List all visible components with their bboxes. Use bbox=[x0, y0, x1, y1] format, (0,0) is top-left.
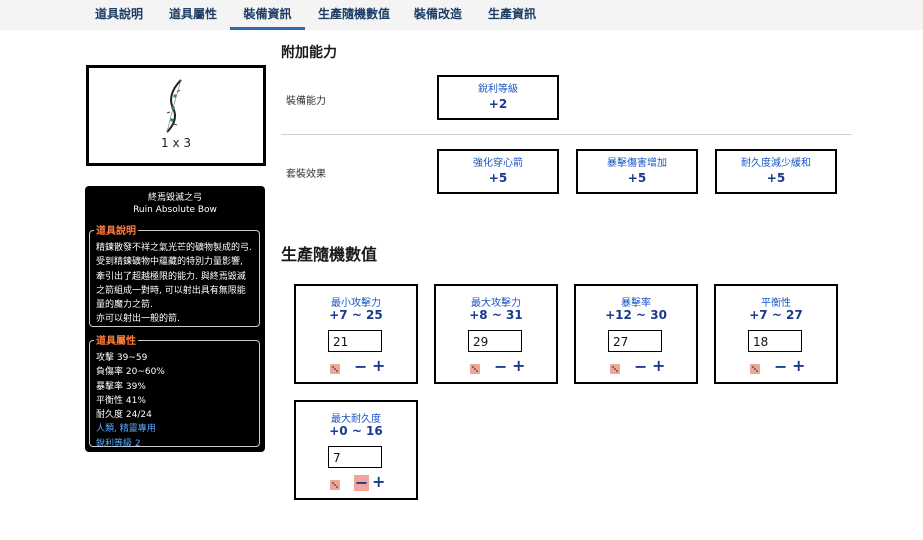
item-size: 1 x 3 bbox=[161, 136, 191, 150]
equip-stat-name: 銳利等級 bbox=[478, 84, 518, 95]
set-stat-value: +5 bbox=[627, 171, 647, 185]
random-stat-input[interactable]: 21 bbox=[328, 330, 382, 352]
description-line: 受到精鍊礦物中蘊藏的特別力量影響, bbox=[96, 257, 243, 268]
set-stat-box: 強化穿心箭 +5 bbox=[437, 149, 559, 194]
tab-production-info[interactable]: 生產資訊 bbox=[479, 0, 545, 28]
dice-icon[interactable] bbox=[750, 364, 760, 374]
description-section: 道具說明 精鍊散發不祥之氣光芒的礦物製成的弓. 受到精鍊礦物中蘊藏的特別力量影響… bbox=[89, 222, 260, 327]
random-stat-name: 最小攻擊力 bbox=[331, 298, 381, 309]
decrement-button[interactable]: − bbox=[494, 359, 507, 375]
random-stat-card: 最大攻擊力 +8 ~ 31 29 − + bbox=[434, 284, 558, 384]
random-stat-input[interactable]: 7 bbox=[328, 446, 382, 468]
set-stat-name: 耐久度減少緩和 bbox=[741, 158, 811, 169]
set-stat-box: 暴擊傷害增加 +5 bbox=[576, 149, 698, 194]
random-stat-card: 暴擊率 +12 ~ 30 27 − + bbox=[574, 284, 698, 384]
section-divider bbox=[281, 134, 852, 135]
attribute-line: 攻擊 39~59 bbox=[96, 353, 148, 363]
dice-icon[interactable] bbox=[330, 480, 340, 490]
description-line: 亦可以射出一般的箭. bbox=[96, 314, 180, 325]
random-stat-card: 最小攻擊力 +7 ~ 25 21 − + bbox=[294, 284, 418, 384]
description-line: 精鍊散發不祥之氣光芒的礦物製成的弓. bbox=[96, 243, 252, 253]
bow-icon bbox=[166, 79, 182, 133]
attributes-section: 道具屬性 攻擊 39~59 負傷率 20~60% 暴擊率 39% 平衡性 41%… bbox=[89, 332, 260, 449]
random-stat-card: 平衡性 +7 ~ 27 18 − + bbox=[714, 284, 838, 384]
increment-button[interactable]: + bbox=[652, 358, 665, 374]
random-stat-input[interactable]: 18 bbox=[748, 330, 802, 352]
attribute-line: 暴擊率 39% bbox=[96, 381, 146, 392]
set-effect-label: 套裝效果 bbox=[286, 169, 326, 180]
item-name-en: Ruin Absolute Bow bbox=[133, 205, 217, 215]
tab-item-attributes[interactable]: 道具屬性 bbox=[157, 0, 229, 28]
random-stat-name: 最大耐久度 bbox=[331, 414, 381, 425]
random-stat-card: 最大耐久度 +0 ~ 16 7 − + bbox=[294, 400, 418, 500]
attribute-line: 耐久度 24/24 bbox=[96, 410, 152, 421]
attribute-line-race: 人類, 精靈專用 bbox=[96, 424, 156, 435]
increment-button[interactable]: + bbox=[372, 358, 385, 374]
random-stat-input[interactable]: 29 bbox=[468, 330, 522, 352]
random-values-title: 生產隨機數值 bbox=[281, 245, 378, 264]
equip-stat-box: 銳利等級 +2 bbox=[437, 75, 559, 120]
attribute-line: 負傷率 20~60% bbox=[96, 367, 165, 378]
decrement-button[interactable]: − bbox=[354, 475, 370, 491]
random-stat-name: 平衡性 bbox=[761, 298, 791, 309]
dice-icon[interactable] bbox=[470, 364, 480, 374]
increment-button[interactable]: + bbox=[372, 474, 385, 490]
set-stat-box: 耐久度減少緩和 +5 bbox=[715, 149, 837, 194]
tab-equipment-modify[interactable]: 裝備改造 bbox=[404, 0, 472, 28]
decrement-button[interactable]: − bbox=[354, 359, 367, 375]
set-stat-value: +5 bbox=[766, 171, 786, 185]
attributes-header: 道具屬性 bbox=[94, 332, 138, 347]
random-stat-name: 暴擊率 bbox=[621, 298, 651, 309]
item-image-box: 1 x 3 bbox=[86, 65, 266, 166]
set-stat-name: 強化穿心箭 bbox=[473, 158, 523, 169]
random-stat-name: 最大攻擊力 bbox=[471, 298, 521, 309]
attribute-line: 平衡性 41% bbox=[96, 395, 146, 406]
decrement-button[interactable]: − bbox=[774, 359, 787, 375]
additional-abilities-title: 附加能力 bbox=[281, 45, 337, 61]
random-stat-range: +8 ~ 31 bbox=[469, 308, 523, 322]
decrement-button[interactable]: − bbox=[634, 359, 647, 375]
random-stat-input[interactable]: 27 bbox=[608, 330, 662, 352]
tab-item-description[interactable]: 道具說明 bbox=[82, 0, 156, 28]
random-stat-range: +7 ~ 25 bbox=[329, 308, 383, 322]
item-tooltip: 終焉毀滅之弓 Ruin Absolute Bow 道具說明 精鍊散發不祥之氣光芒… bbox=[85, 186, 265, 452]
random-stat-range: +12 ~ 30 bbox=[605, 308, 667, 322]
description-header: 道具說明 bbox=[94, 222, 138, 237]
set-stat-name: 暴擊傷害增加 bbox=[607, 158, 667, 169]
increment-button[interactable]: + bbox=[792, 358, 805, 374]
random-stat-range: +7 ~ 27 bbox=[749, 308, 803, 322]
random-stat-range: +0 ~ 16 bbox=[329, 424, 383, 438]
tab-equipment-info[interactable]: 裝備資訊 bbox=[230, 0, 305, 30]
equip-ability-label: 裝備能力 bbox=[286, 96, 326, 107]
description-line: 牽引出了超越極限的能力. 與終焉毀滅 bbox=[96, 271, 246, 282]
item-name: 終焉毀滅之弓 Ruin Absolute Bow bbox=[85, 192, 265, 216]
dice-icon[interactable] bbox=[330, 364, 340, 374]
tab-bar: 道具說明 道具屬性 裝備資訊 生產隨機數值 裝備改造 生產資訊 bbox=[0, 0, 923, 30]
set-stat-value: +5 bbox=[488, 171, 508, 185]
item-name-zh: 終焉毀滅之弓 bbox=[147, 193, 202, 203]
description-line: 量的魔力之箭. bbox=[96, 300, 153, 311]
increment-button[interactable]: + bbox=[512, 358, 525, 374]
description-line: 之箭組成一對時, 可以射出具有無限能 bbox=[96, 285, 246, 296]
dice-icon[interactable] bbox=[610, 364, 620, 374]
attribute-line-sharpness: 銳利等級 2 bbox=[96, 438, 141, 449]
equip-stat-value: +2 bbox=[488, 97, 508, 111]
tab-random-values[interactable]: 生產隨機數值 bbox=[314, 0, 394, 28]
